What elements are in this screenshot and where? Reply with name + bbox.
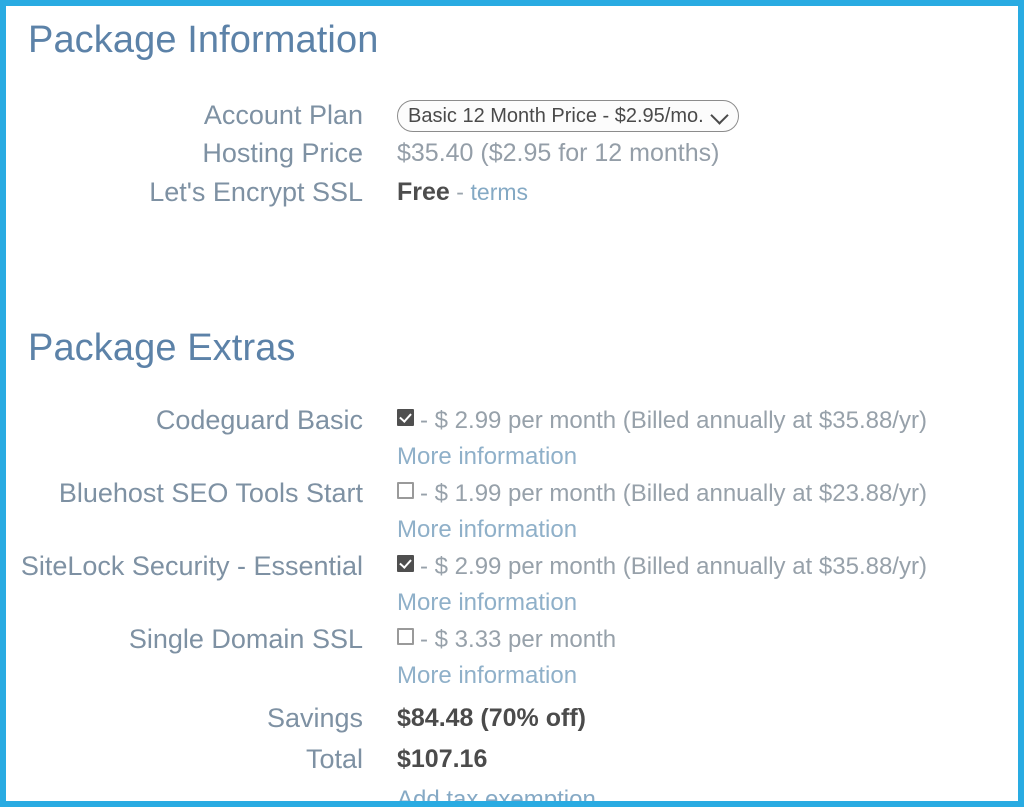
package-information-panel: Package Information Account Plan Basic 1…: [0, 0, 1024, 807]
panel-body: Package Information Account Plan Basic 1…: [6, 6, 1018, 801]
total-row: Total $107.16: [6, 739, 1018, 780]
extra-row-bluehost-seo-tools-start: Bluehost SEO Tools Start - $ 1.99 per mo…: [6, 475, 1018, 548]
ssl-price-value: Free: [397, 178, 450, 206]
hosting-price-row: Hosting Price $35.40 ($2.95 for 12 month…: [6, 134, 1018, 173]
extra-label-single-domain-ssl: Single Domain SSL: [128, 624, 363, 654]
more-information-link[interactable]: More information: [397, 585, 1018, 621]
more-information-link[interactable]: More information: [397, 439, 1018, 475]
savings-value: $84.48 (70% off): [397, 704, 586, 732]
package-information-rows: Account Plan Basic 12 Month Price - $2.9…: [6, 96, 1018, 212]
hosting-price-amount: $35.40 ($2.95 for 12 months): [397, 139, 720, 167]
extra-description: - $ 2.99 per month (Billed annually at $…: [420, 553, 927, 580]
lets-encrypt-ssl-row: Let's Encrypt SSL Free - terms: [6, 173, 1018, 212]
extra-value-sitelock-security-essential: - $ 2.99 per month (Billed annually at $…: [363, 548, 1018, 621]
extra-label-codeguard-basic: Codeguard Basic: [155, 405, 363, 435]
package-extras-title: Package Extras: [28, 327, 296, 369]
account-plan-row: Account Plan Basic 12 Month Price - $2.9…: [6, 96, 1018, 134]
page-title: Package Information: [28, 19, 379, 61]
extra-value-bluehost-seo-tools-start: - $ 1.99 per month (Billed annually at $…: [363, 475, 1018, 548]
extra-description: - $ 3.33 per month: [420, 626, 617, 653]
lets-encrypt-ssl-value: Free - terms: [363, 173, 1018, 212]
totals-rows: Savings $84.48 (70% off) Total $107.16 A…: [6, 698, 1018, 801]
checkbox-checked-icon[interactable]: [397, 555, 414, 572]
checkbox-unchecked-icon[interactable]: [397, 628, 414, 645]
extra-value-codeguard-basic: - $ 2.99 per month (Billed annually at $…: [363, 402, 1018, 475]
account-plan-select-wrapper: Basic 12 Month Price - $2.95/mo.: [397, 100, 739, 132]
tax-exemption-cell: Add tax exemption: [363, 780, 1018, 801]
account-plan-value: Basic 12 Month Price - $2.95/mo.: [363, 96, 1018, 134]
savings-row: Savings $84.48 (70% off): [6, 698, 1018, 739]
extra-value-single-domain-ssl: - $ 3.33 per month More information: [363, 621, 1018, 694]
savings-label: Savings: [266, 703, 363, 733]
account-plan-select[interactable]: Basic 12 Month Price - $2.95/mo.: [397, 100, 739, 132]
extra-row-sitelock-security-essential: SiteLock Security - Essential - $ 2.99 p…: [6, 548, 1018, 621]
extra-description: - $ 2.99 per month (Billed annually at $…: [420, 407, 927, 434]
total-value: $107.16: [397, 745, 488, 773]
extra-label-bluehost-seo-tools-start: Bluehost SEO Tools Start: [58, 478, 363, 508]
account-plan-label: Account Plan: [203, 100, 363, 130]
extra-line: - $ 3.33 per month: [397, 621, 1018, 658]
total-label: Total: [305, 744, 363, 774]
extra-description: - $ 1.99 per month (Billed annually at $…: [420, 480, 927, 507]
package-extras-rows: Codeguard Basic - $ 2.99 per month (Bill…: [6, 402, 1018, 694]
hosting-price-value: $35.40 ($2.95 for 12 months): [363, 134, 1018, 173]
extra-row-codeguard-basic: Codeguard Basic - $ 2.99 per month (Bill…: [6, 402, 1018, 475]
extra-line: - $ 1.99 per month (Billed annually at $…: [397, 475, 1018, 512]
checkbox-unchecked-icon[interactable]: [397, 482, 414, 499]
tax-exemption-row: Add tax exemption: [6, 780, 1018, 801]
checkbox-checked-icon[interactable]: [397, 409, 414, 426]
savings-value-cell: $84.48 (70% off): [363, 698, 1018, 739]
extra-label-sitelock-security-essential: SiteLock Security - Essential: [20, 551, 363, 581]
ssl-separator: -: [456, 179, 464, 205]
extra-line: - $ 2.99 per month (Billed annually at $…: [397, 402, 1018, 439]
hosting-price-label: Hosting Price: [202, 138, 363, 168]
more-information-link[interactable]: More information: [397, 512, 1018, 548]
extra-line: - $ 2.99 per month (Billed annually at $…: [397, 548, 1018, 585]
extra-row-single-domain-ssl: Single Domain SSL - $ 3.33 per month Mor…: [6, 621, 1018, 694]
ssl-terms-link[interactable]: terms: [471, 179, 529, 205]
total-value-cell: $107.16: [363, 739, 1018, 780]
lets-encrypt-ssl-label: Let's Encrypt SSL: [149, 177, 363, 207]
more-information-link[interactable]: More information: [397, 658, 1018, 694]
add-tax-exemption-link[interactable]: Add tax exemption: [397, 786, 596, 801]
